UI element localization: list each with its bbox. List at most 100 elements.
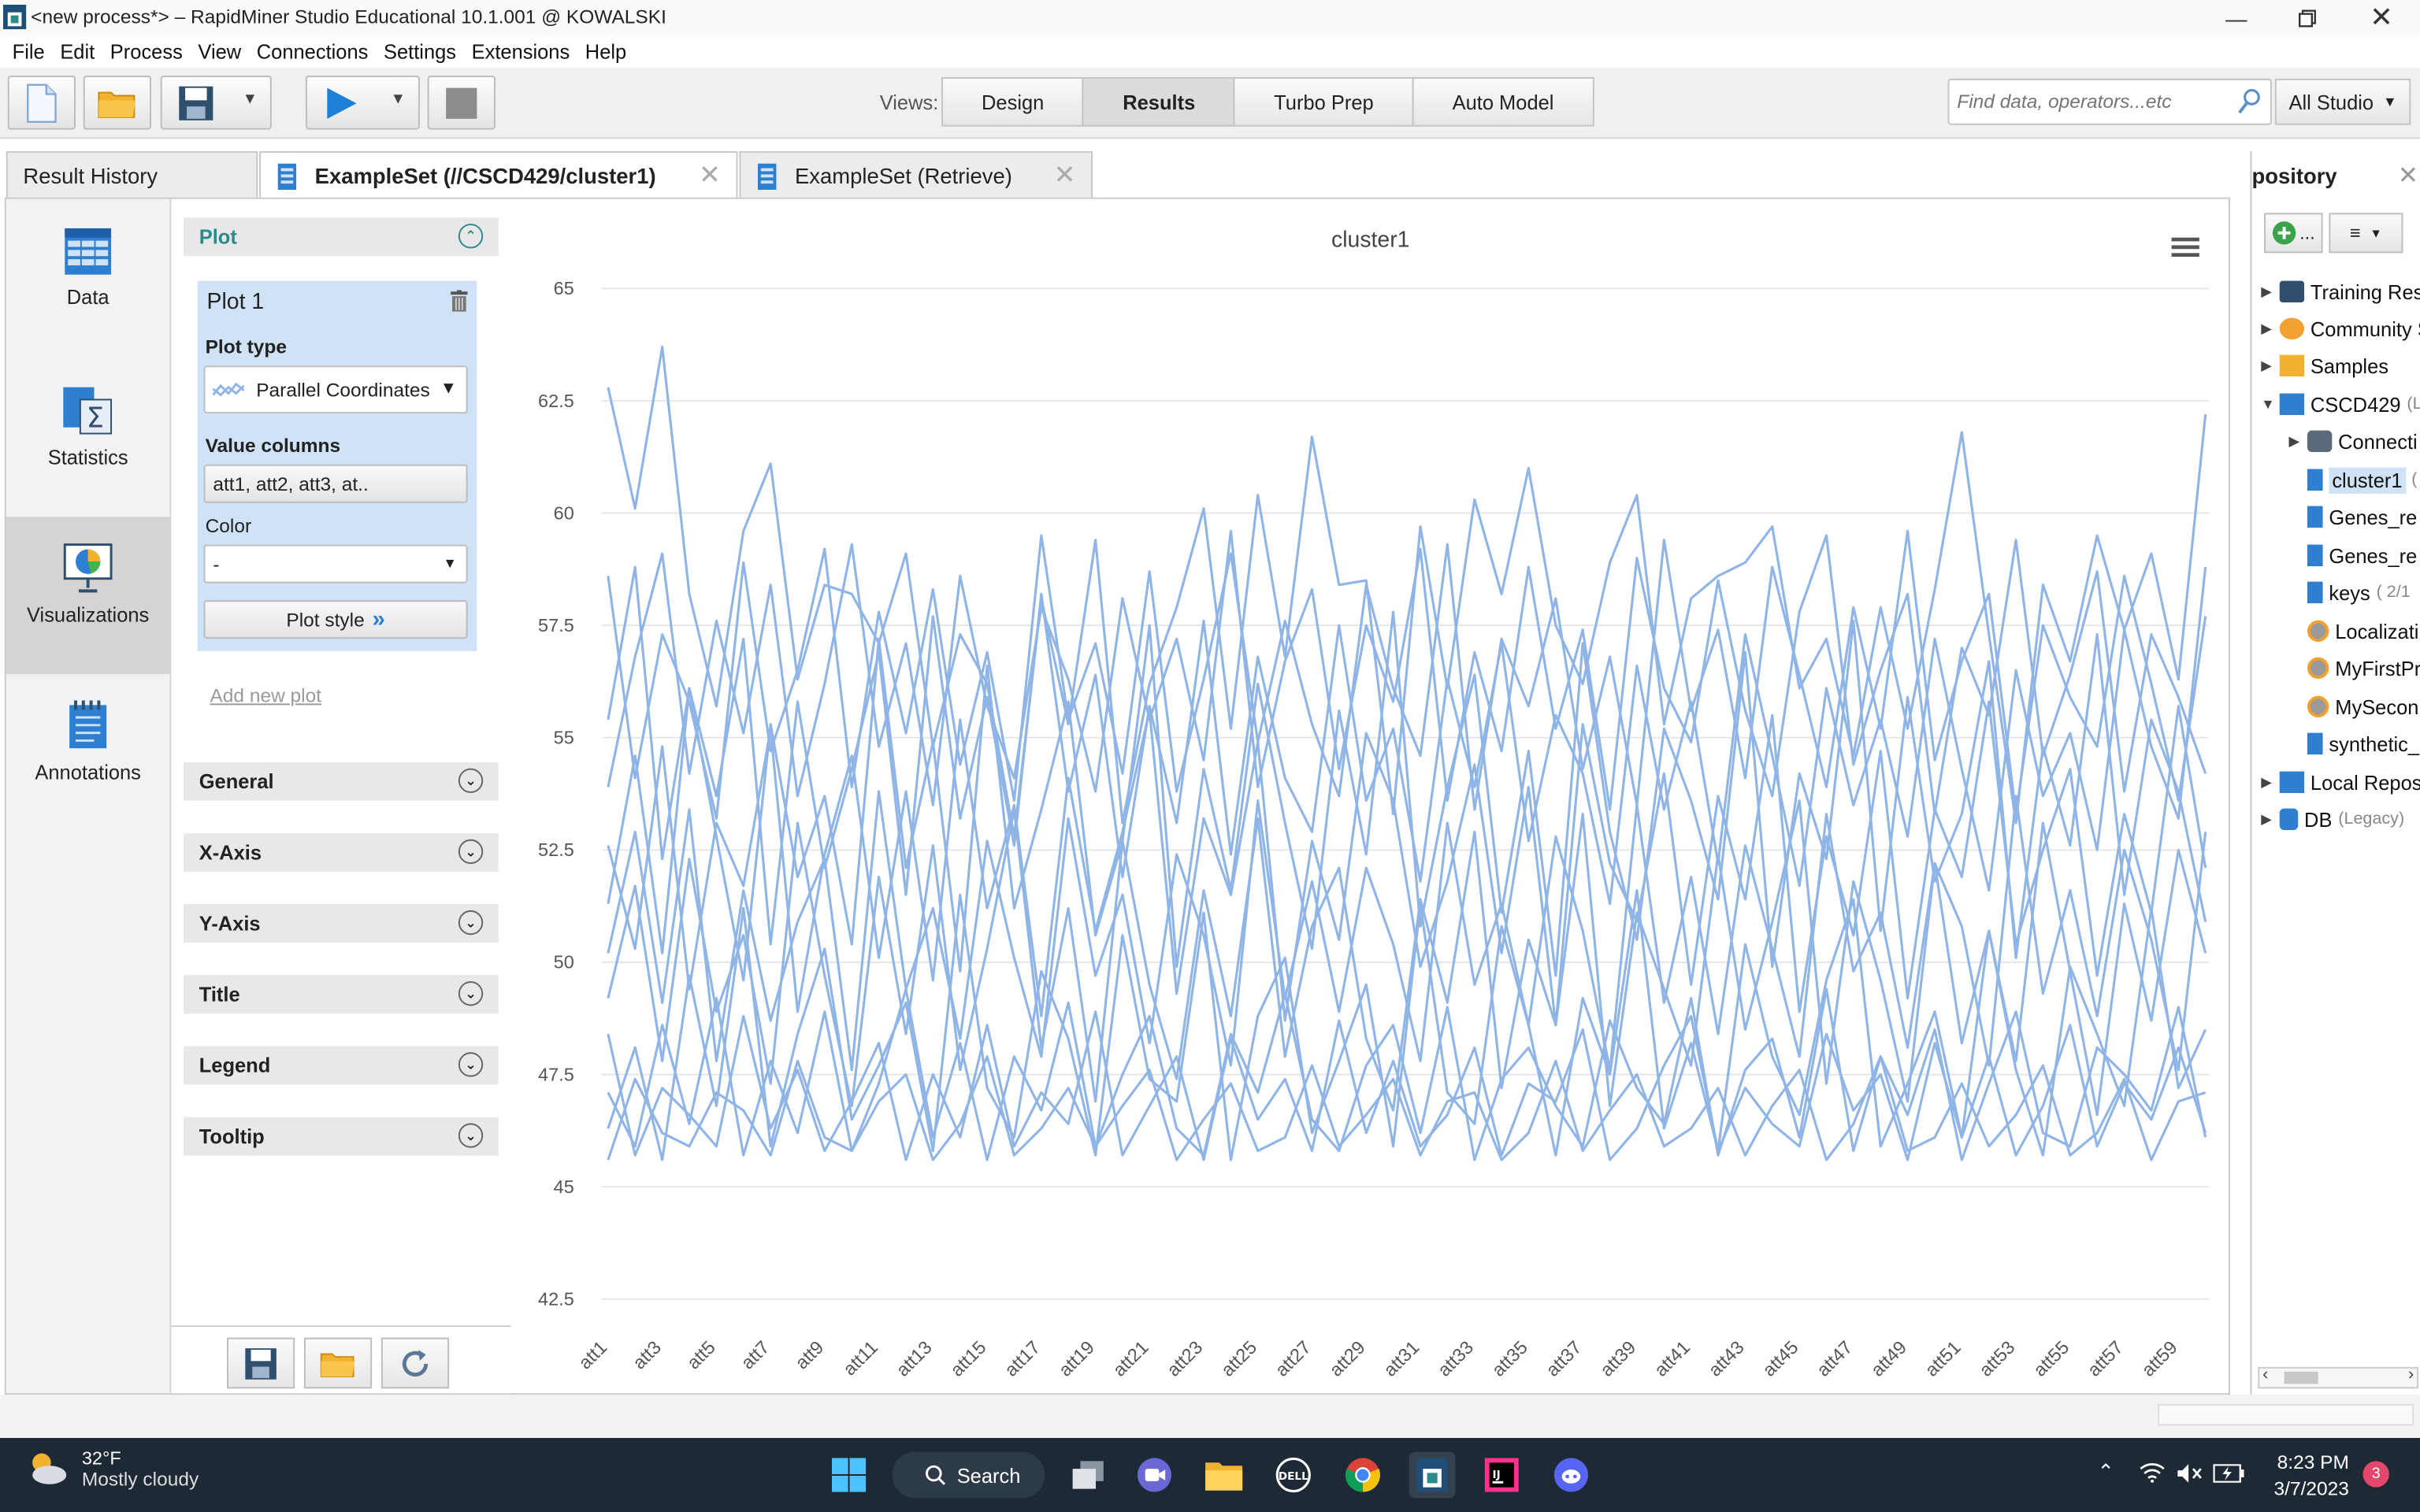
- save-process-button[interactable]: ▼: [160, 76, 272, 130]
- repo-item-cscd429[interactable]: ▼ CSCD429 (L: [2261, 387, 2420, 421]
- close-window-button[interactable]: ✕: [2346, 0, 2417, 35]
- expand-icon[interactable]: ▶: [2261, 811, 2280, 828]
- tab-exampleset-cluster1[interactable]: ExampleSet (//CSCD429/cluster1) ✕: [259, 151, 738, 199]
- task-view-button[interactable]: [1065, 1452, 1112, 1499]
- scroll-thumb[interactable]: [2284, 1371, 2318, 1384]
- run-dropdown-icon[interactable]: ▼: [391, 91, 406, 109]
- taskbar-search[interactable]: Search: [892, 1451, 1045, 1499]
- chrome-button[interactable]: [1340, 1452, 1386, 1499]
- expand-icon[interactable]: ▶: [2261, 774, 2280, 791]
- stop-process-button[interactable]: [427, 76, 496, 130]
- menu-process[interactable]: Process: [110, 40, 183, 63]
- close-tab-icon[interactable]: ✕: [699, 161, 721, 191]
- repo-item-myfirstprocess[interactable]: MyFirstPr: [2307, 651, 2420, 685]
- teams-chat-button[interactable]: [1131, 1452, 1178, 1499]
- expand-icon[interactable]: ▶: [2288, 433, 2307, 450]
- parallel-coordinates-chart[interactable]: cluster1 42.54547.55052.55557.56062.565 …: [512, 199, 2229, 1393]
- save-dropdown-icon[interactable]: ▼: [243, 91, 258, 109]
- scroll-right-icon[interactable]: ›: [2408, 1366, 2414, 1384]
- section-title[interactable]: Title ⌄: [184, 975, 499, 1014]
- restore-button[interactable]: [2272, 0, 2343, 35]
- section-x-axis[interactable]: X-Axis ⌄: [184, 832, 499, 872]
- plot-style-button[interactable]: Plot style »: [203, 600, 468, 639]
- search-icon[interactable]: [2236, 88, 2261, 116]
- color-select[interactable]: - ▼: [203, 544, 468, 584]
- start-button[interactable]: [826, 1452, 872, 1499]
- menu-settings[interactable]: Settings: [384, 40, 456, 63]
- menu-file[interactable]: File: [13, 40, 45, 63]
- nav-data[interactable]: Data: [6, 227, 170, 381]
- repo-item-keys[interactable]: keys ( 2/1: [2307, 576, 2411, 610]
- repo-item-localization[interactable]: Localizati: [2307, 614, 2418, 648]
- repo-item-local-repository[interactable]: ▶ Local Repos: [2261, 765, 2420, 799]
- view-auto-model-button[interactable]: Auto Model: [1412, 76, 1594, 127]
- repo-item-community[interactable]: ▶ Community S: [2261, 312, 2420, 346]
- repo-item-genes-1[interactable]: Genes_re: [2307, 500, 2417, 534]
- repository-horizontal-scrollbar[interactable]: ‹ ›: [2258, 1366, 2419, 1389]
- nav-visualizations[interactable]: Visualizations: [6, 517, 170, 675]
- show-hidden-icons-chevron-up-icon[interactable]: ⌃: [2098, 1459, 2114, 1484]
- chevron-down-icon[interactable]: ⌄: [458, 768, 484, 794]
- rapidminer-taskbar-button[interactable]: [1409, 1451, 1456, 1499]
- section-tooltip[interactable]: Tooltip ⌄: [184, 1117, 499, 1156]
- delete-plot-icon[interactable]: [451, 290, 468, 312]
- weather-widget[interactable]: 32°F Mostly cloudy: [24, 1447, 199, 1491]
- global-search-input[interactable]: [1949, 80, 2228, 124]
- repository-menu-button[interactable]: ≡ ▼: [2329, 213, 2403, 254]
- repo-item-training[interactable]: ▶ Training Res: [2261, 275, 2420, 309]
- new-process-button[interactable]: [7, 76, 76, 130]
- open-process-button[interactable]: [83, 76, 152, 130]
- system-clock[interactable]: 8:23 PM 3/7/2023: [2256, 1451, 2349, 1503]
- nav-statistics[interactable]: Σ Statistics: [6, 384, 170, 539]
- tab-result-history[interactable]: Result History: [6, 151, 258, 199]
- battery-charging-icon[interactable]: [2213, 1464, 2244, 1483]
- search-scope-dropdown[interactable]: All Studio ▼: [2274, 78, 2411, 125]
- view-design-button[interactable]: Design: [941, 76, 1085, 127]
- expand-icon[interactable]: ▶: [2261, 358, 2280, 375]
- dell-app-button[interactable]: DELL: [1270, 1452, 1316, 1499]
- value-columns-button[interactable]: att1, att2, att3, at..: [203, 464, 468, 503]
- add-repository-button[interactable]: ...: [2264, 213, 2323, 254]
- chevron-up-icon[interactable]: ⌃: [458, 224, 484, 249]
- tab-exampleset-retrieve[interactable]: ExampleSet (Retrieve) ✕: [739, 151, 1093, 199]
- plot-type-select[interactable]: Parallel Coordinates ▼: [203, 365, 468, 414]
- menu-view[interactable]: View: [198, 40, 241, 63]
- notification-badge[interactable]: 3: [2362, 1461, 2389, 1488]
- repo-item-mysecondprocess[interactable]: MySecon: [2307, 690, 2418, 724]
- section-general[interactable]: General ⌄: [184, 762, 499, 801]
- section-y-axis[interactable]: Y-Axis ⌄: [184, 904, 499, 943]
- wifi-icon[interactable]: [2139, 1462, 2165, 1483]
- scroll-left-icon[interactable]: ‹: [2262, 1366, 2268, 1384]
- repo-item-cluster1[interactable]: cluster1(: [2307, 463, 2417, 497]
- chevron-down-icon[interactable]: ⌄: [458, 981, 484, 1006]
- chevron-down-icon[interactable]: ⌄: [458, 1123, 484, 1148]
- collapse-icon[interactable]: ▼: [2261, 397, 2280, 413]
- view-turbo-prep-button[interactable]: Turbo Prep: [1234, 76, 1414, 127]
- run-process-button[interactable]: ▼: [305, 76, 420, 130]
- close-icon[interactable]: ✕: [2398, 161, 2418, 191]
- repo-item-synthetic[interactable]: synthetic_: [2307, 727, 2419, 761]
- section-plot[interactable]: Plot ⌃: [184, 217, 499, 257]
- expand-icon[interactable]: ▶: [2261, 284, 2280, 301]
- menu-connections[interactable]: Connections: [257, 40, 369, 63]
- add-new-plot-link[interactable]: Add new plot: [210, 685, 321, 706]
- expand-icon[interactable]: ▶: [2261, 321, 2280, 338]
- close-tab-icon[interactable]: ✕: [1054, 161, 1076, 191]
- reset-config-button[interactable]: [380, 1337, 450, 1389]
- menu-help[interactable]: Help: [585, 40, 626, 63]
- volume-muted-icon[interactable]: [2176, 1462, 2202, 1484]
- repo-item-connections[interactable]: ▶ Connecti: [2288, 424, 2417, 458]
- save-config-button[interactable]: [227, 1337, 295, 1389]
- menu-extensions[interactable]: Extensions: [472, 40, 570, 63]
- chevron-down-icon[interactable]: ⌄: [458, 910, 484, 936]
- minimize-button[interactable]: —: [2201, 0, 2272, 35]
- chevron-down-icon[interactable]: ⌄: [458, 839, 484, 865]
- chart-menu-icon[interactable]: [2171, 237, 2199, 258]
- load-config-button[interactable]: [303, 1337, 373, 1389]
- file-explorer-button[interactable]: [1201, 1452, 1247, 1499]
- repo-item-samples[interactable]: ▶ Samples: [2261, 349, 2388, 383]
- chevron-down-icon[interactable]: ⌄: [458, 1052, 484, 1077]
- menu-edit[interactable]: Edit: [60, 40, 95, 63]
- intellij-button[interactable]: IJ: [1479, 1452, 1525, 1499]
- repo-item-db[interactable]: ▶ DB (Legacy): [2261, 802, 2404, 836]
